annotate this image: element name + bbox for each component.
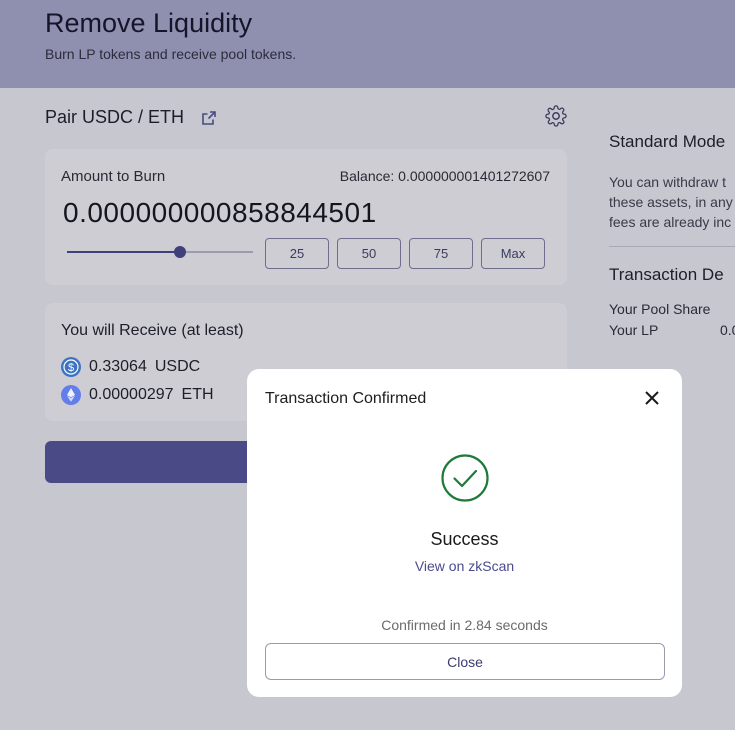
pair-title: Pair USDC / ETH bbox=[45, 107, 185, 127]
eth-symbol: ETH bbox=[181, 386, 214, 403]
close-button[interactable]: Close bbox=[265, 643, 665, 680]
standard-mode-line-1: You can withdraw t bbox=[609, 174, 726, 190]
slider-fill bbox=[67, 251, 180, 253]
burn-card: Amount to Burn Balance: 0.00000000140127… bbox=[45, 149, 567, 285]
pool-share-label: Your Pool Share bbox=[609, 301, 711, 317]
receive-row-usdc: $ 0.33064 USDC bbox=[61, 357, 200, 377]
percent-50-button[interactable]: 50 bbox=[337, 238, 401, 269]
burn-amount-input[interactable]: 0.000000000858844501 bbox=[63, 197, 377, 229]
standard-mode-title: Standard Mode bbox=[609, 132, 726, 151]
lp-value: 0.0 bbox=[720, 322, 735, 338]
usdc-icon: $ bbox=[61, 357, 81, 377]
success-text: Success bbox=[430, 529, 499, 549]
balance-text: Balance: 0.000000001401272607 bbox=[339, 168, 550, 184]
page-title: Remove Liquidity bbox=[45, 8, 253, 38]
transaction-details-title: Transaction De bbox=[609, 265, 724, 284]
eth-amount: 0.00000297 bbox=[89, 386, 174, 403]
svg-text:$: $ bbox=[68, 362, 74, 374]
standard-mode-line-2: these assets, in any bbox=[609, 194, 733, 210]
gear-icon[interactable] bbox=[545, 105, 567, 127]
external-link-icon[interactable] bbox=[201, 110, 217, 126]
modal-title: Transaction Confirmed bbox=[265, 390, 427, 407]
divider bbox=[609, 246, 735, 247]
checkmark-circle-icon bbox=[441, 454, 489, 502]
close-icon[interactable] bbox=[644, 390, 660, 406]
percent-75-button[interactable]: 75 bbox=[409, 238, 473, 269]
eth-icon bbox=[61, 385, 81, 405]
usdc-symbol: USDC bbox=[154, 358, 201, 375]
receive-title: You will Receive (at least) bbox=[61, 322, 244, 339]
burn-label: Amount to Burn bbox=[61, 168, 166, 185]
lp-label: Your LP bbox=[609, 322, 659, 338]
view-on-zkscan-link[interactable]: View on zkScan bbox=[247, 558, 682, 574]
confirmed-time-text: Confirmed in 2.84 seconds bbox=[381, 617, 548, 633]
percent-25-button[interactable]: 25 bbox=[265, 238, 329, 269]
burn-slider[interactable] bbox=[67, 251, 253, 253]
page-header: Remove Liquidity Burn LP tokens and rece… bbox=[0, 0, 735, 88]
page-subtitle: Burn LP tokens and receive pool tokens. bbox=[45, 46, 297, 62]
receive-row-eth: 0.00000297 ETH bbox=[61, 385, 214, 405]
max-button[interactable]: Max bbox=[481, 238, 545, 269]
standard-mode-line-3: fees are already inc bbox=[609, 214, 732, 230]
usdc-amount: 0.33064 bbox=[89, 358, 147, 375]
transaction-confirmed-modal: Transaction Confirmed Success View on zk… bbox=[247, 369, 682, 697]
slider-handle[interactable] bbox=[174, 246, 186, 258]
